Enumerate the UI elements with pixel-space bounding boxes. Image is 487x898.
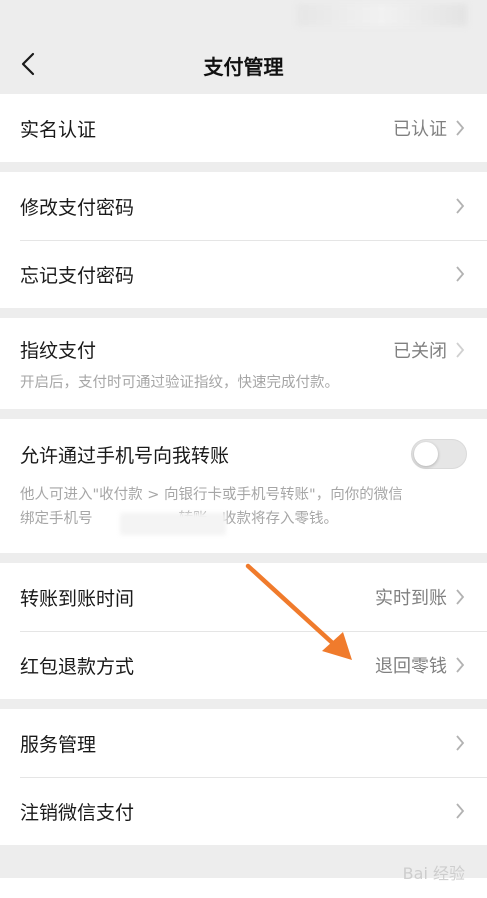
redacted-phone-number bbox=[120, 513, 226, 535]
row-label: 指纹支付 bbox=[20, 340, 97, 362]
row-fingerprint-pay[interactable]: 指纹支付 已关闭 开启后，支付时可通过验证指纹，快速完成付款。 bbox=[0, 318, 487, 409]
row-allow-phone-transfer: 允许通过手机号向我转账 他人可进入"收付款 > 向银行卡或手机号转账"，向你的微… bbox=[0, 419, 487, 553]
row-label: 忘记支付密码 bbox=[20, 264, 135, 287]
description-line-1: 他人可进入"收付款 > 向银行卡或手机号转账"，向你的微信 bbox=[20, 487, 403, 503]
chevron-right-icon bbox=[455, 656, 467, 674]
group-phone-transfer: 允许通过手机号向我转账 他人可进入"收付款 > 向银行卡或手机号转账"，向你的微… bbox=[0, 419, 487, 553]
row-change-password[interactable]: 修改支付密码 bbox=[0, 172, 487, 240]
row-forgot-password[interactable]: 忘记支付密码 bbox=[0, 240, 487, 308]
row-label: 修改支付密码 bbox=[20, 196, 135, 219]
back-button[interactable] bbox=[10, 46, 46, 82]
group-transfer-settings: 转账到账时间 实时到账 红包退款方式 退回零钱 bbox=[0, 563, 487, 699]
chevron-right-icon bbox=[455, 265, 467, 283]
chevron-right-icon bbox=[455, 802, 467, 820]
group-password: 修改支付密码 忘记支付密码 bbox=[0, 172, 487, 308]
row-description: 开启后，支付时可通过验证指纹，快速完成付款。 bbox=[20, 375, 339, 391]
phone-transfer-toggle[interactable] bbox=[411, 439, 467, 469]
row-value: 已关闭 bbox=[393, 340, 447, 362]
row-label: 允许通过手机号向我转账 bbox=[20, 444, 230, 467]
row-real-name[interactable]: 实名认证 已认证 bbox=[0, 94, 487, 162]
row-value: 实时到账 bbox=[375, 588, 447, 609]
chevron-right-icon bbox=[455, 197, 467, 215]
row-label: 注销微信支付 bbox=[20, 801, 135, 824]
chevron-left-icon bbox=[21, 52, 35, 76]
row-label: 服务管理 bbox=[20, 733, 97, 756]
description-line-2-start: 绑定手机号 bbox=[20, 511, 93, 527]
status-bar bbox=[0, 0, 487, 36]
blurred-status-area bbox=[297, 4, 467, 26]
row-red-packet-refund[interactable]: 红包退款方式 退回零钱 bbox=[0, 631, 487, 699]
row-label: 转账到账时间 bbox=[20, 587, 135, 610]
group-verification: 实名认证 已认证 bbox=[0, 94, 487, 162]
group-service: 服务管理 注销微信支付 bbox=[0, 709, 487, 845]
row-cancel-wechat-pay[interactable]: 注销微信支付 bbox=[0, 777, 487, 845]
row-value: 退回零钱 bbox=[375, 656, 447, 677]
row-label: 实名认证 bbox=[20, 118, 97, 141]
row-description: 他人可进入"收付款 > 向银行卡或手机号转账"，向你的微信 绑定手机号 转账，收款… bbox=[20, 483, 467, 535]
row-transfer-arrival-time[interactable]: 转账到账时间 实时到账 bbox=[0, 563, 487, 631]
watermark: Bai 经验 bbox=[402, 864, 465, 883]
toggle-knob bbox=[414, 442, 438, 466]
chevron-right-icon bbox=[455, 734, 467, 752]
row-service-management[interactable]: 服务管理 bbox=[0, 709, 487, 777]
description-line-2: 绑定手机号 转账，收款将存入零钱。 bbox=[20, 507, 467, 535]
chevron-right-icon bbox=[455, 588, 467, 606]
row-value: 已认证 bbox=[393, 119, 447, 140]
navigation-bar: 支付管理 bbox=[0, 36, 487, 94]
chevron-right-icon bbox=[455, 341, 467, 359]
chevron-right-icon bbox=[455, 119, 467, 137]
group-fingerprint: 指纹支付 已关闭 开启后，支付时可通过验证指纹，快速完成付款。 bbox=[0, 318, 487, 409]
page-title: 支付管理 bbox=[203, 54, 284, 79]
row-label: 红包退款方式 bbox=[20, 655, 135, 678]
